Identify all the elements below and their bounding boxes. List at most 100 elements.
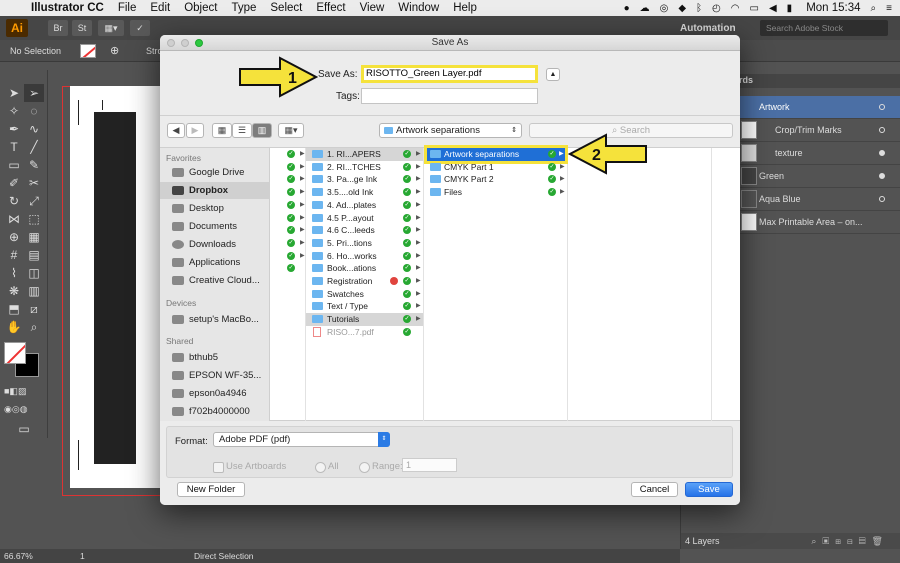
menu-effect[interactable]: Effect xyxy=(309,2,352,14)
range-input[interactable]: 1 xyxy=(402,458,457,472)
slice-tool-icon[interactable]: ⧄ xyxy=(24,300,44,318)
curvature-icon[interactable]: ∿ xyxy=(24,120,44,138)
type-tool-icon[interactable]: T xyxy=(4,138,24,156)
rectangle-tool-icon[interactable]: ▭ xyxy=(4,156,24,174)
sidebar-item-f702b4000000[interactable]: f702b4000000 xyxy=(160,403,270,420)
screen-mode-icon[interactable]: ▭ xyxy=(14,420,34,438)
list-item[interactable]: 4.6 C...leeds ✓ ▶ xyxy=(306,224,423,237)
list-item[interactable]: Book...ations ✓ ▶ xyxy=(306,262,423,275)
mesh-tool-icon[interactable]: # xyxy=(4,246,24,264)
list-item[interactable]: 4. Ad...plates ✓ ▶ xyxy=(306,199,423,212)
zoom-tool-icon[interactable]: ⌕ xyxy=(24,318,44,336)
width-tool-icon[interactable]: ⋈ xyxy=(4,210,24,228)
layer-row-green[interactable]: Green xyxy=(739,165,900,188)
collapse-browser-button[interactable]: ▲ xyxy=(546,68,560,81)
list-item[interactable]: CMYK Part 2 ✓ ▶ xyxy=(424,173,567,186)
menu-select[interactable]: Select xyxy=(263,2,309,14)
list-view-button[interactable]: ☰ xyxy=(232,123,252,138)
back-button[interactable]: ◀ xyxy=(167,123,185,138)
gradient-tool-icon[interactable]: ▤ xyxy=(24,246,44,264)
list-item[interactable]: Swatches ✓ ▶ xyxy=(306,288,423,301)
menu-view[interactable]: View xyxy=(353,2,392,14)
list-item-selected[interactable]: Tutorials ✓ ▶ xyxy=(306,313,423,326)
artboard-tool-icon[interactable]: ⬒ xyxy=(4,300,24,318)
stock-button[interactable]: St xyxy=(72,20,92,36)
color-mode-icons[interactable]: ■◧▨ xyxy=(4,382,26,400)
lasso-icon[interactable]: ◌ xyxy=(24,102,44,120)
draw-mode-icons[interactable]: ◉◎◍ xyxy=(4,400,28,418)
direct-selection-tool-icon[interactable]: ➢ xyxy=(24,84,44,102)
target-circle-icon[interactable] xyxy=(879,173,885,179)
menu-type[interactable]: Type xyxy=(224,2,263,14)
selection-tool-icon[interactable]: ➤ xyxy=(4,84,24,102)
menu-object[interactable]: Object xyxy=(177,2,224,14)
list-item[interactable]: ✓ ▶ xyxy=(270,250,306,263)
menu-window[interactable]: Window xyxy=(391,2,446,14)
layer-row-aqua-blue[interactable]: Aqua Blue xyxy=(739,188,900,211)
forward-button[interactable]: ▶ xyxy=(186,123,204,138)
magic-wand-icon[interactable]: ✧ xyxy=(4,102,24,120)
location-dropdown[interactable]: Artwork separations ⇕ xyxy=(379,123,522,138)
list-item[interactable]: ✓ ▶ xyxy=(270,224,306,237)
all-radio[interactable]: All xyxy=(315,461,339,473)
layer-row-texture[interactable]: texture xyxy=(739,142,900,165)
sidebar-item-epson-wf[interactable]: EPSON WF-35... xyxy=(160,367,270,384)
list-item[interactable]: Text / Type ✓ ▶ xyxy=(306,300,423,313)
sidebar-item-epson0a4946[interactable]: epson0a4946 xyxy=(160,385,270,402)
blend-tool-icon[interactable]: ◫ xyxy=(24,264,44,282)
icon-view-button[interactable]: ▦ xyxy=(212,123,232,138)
graph-tool-icon[interactable]: ▥ xyxy=(24,282,44,300)
arrange-documents-button[interactable]: ▦▾ xyxy=(98,20,124,36)
rotate-tool-icon[interactable]: ↻ xyxy=(4,192,24,210)
list-item[interactable]: CMYK Part 1 ✓ ▶ xyxy=(424,161,567,174)
artwork-shape[interactable] xyxy=(94,112,136,464)
paintbrush-icon[interactable]: ✎ xyxy=(24,156,44,174)
perspective-grid-icon[interactable]: ▦ xyxy=(24,228,44,246)
bridge-button[interactable]: Br xyxy=(48,20,68,36)
sidebar-item-bthub5[interactable]: bthub5 xyxy=(160,349,270,366)
range-radio[interactable]: Range: xyxy=(359,461,403,473)
fill-swatch[interactable] xyxy=(80,44,96,58)
list-item[interactable]: 1. RI...APERS ✓ ▶ xyxy=(306,148,423,161)
app-menu[interactable]: Illustrator CC xyxy=(24,2,111,14)
symbol-sprayer-icon[interactable]: ❋ xyxy=(4,282,24,300)
filename-input[interactable]: RISOTTO_Green Layer.pdf xyxy=(361,65,538,83)
list-item[interactable]: ✓ ▶ xyxy=(270,237,306,250)
layer-row-max-printable-area[interactable]: Max Printable Area – on... xyxy=(739,211,900,234)
eyedropper-icon[interactable]: ⌇ xyxy=(4,264,24,282)
gpu-icon[interactable]: ✓ xyxy=(130,20,150,36)
display-icon[interactable]: ▭ xyxy=(750,3,759,14)
dropbox-icon[interactable]: ◆ xyxy=(678,3,686,14)
clock[interactable]: Mon 15:34 xyxy=(806,2,860,14)
list-item[interactable]: ✓ xyxy=(270,262,306,275)
sidebar-item-desktop[interactable]: Desktop xyxy=(160,200,270,217)
column-view-button[interactable]: ▥ xyxy=(252,123,272,138)
layer-row-crop-trim-marks[interactable]: Crop/Trim Marks xyxy=(739,119,900,142)
list-item[interactable]: 4.5 P...ayout ✓ ▶ xyxy=(306,212,423,225)
scale-tool-icon[interactable]: ⤢ xyxy=(24,192,44,210)
shaper-tool-icon[interactable]: ✐ xyxy=(4,174,24,192)
list-item[interactable]: ✓ ▶ xyxy=(270,173,306,186)
list-item[interactable]: ✓ ▶ xyxy=(270,186,306,199)
list-item-selected[interactable]: Artwork separations ✓ ▶ xyxy=(424,145,568,164)
save-button[interactable]: Save xyxy=(685,482,733,497)
target-circle-icon[interactable] xyxy=(879,104,885,110)
close-button[interactable] xyxy=(167,39,175,47)
menu-edit[interactable]: Edit xyxy=(143,2,177,14)
notification-icon[interactable]: ≡ xyxy=(886,3,892,14)
cloud-icon[interactable]: ☁ xyxy=(640,3,650,14)
layer-action-icons[interactable]: ⌕▣⊞⊟▤🗑 xyxy=(811,533,889,549)
list-item[interactable]: 3. Pa...ge Ink ✓ ▶ xyxy=(306,173,423,186)
use-artboards-checkbox[interactable]: Use Artboards xyxy=(213,461,286,473)
list-item[interactable]: RISO...7.pdf ✓ xyxy=(306,326,423,339)
bluetooth-icon[interactable]: ᛒ xyxy=(696,3,702,14)
pen-tool-icon[interactable]: ✒ xyxy=(4,120,24,138)
free-transform-icon[interactable]: ⬚ xyxy=(24,210,44,228)
zoom-button[interactable] xyxy=(195,39,203,47)
layer-row-artwork[interactable]: Artwork xyxy=(739,96,900,119)
scissors-icon[interactable]: ✂ xyxy=(24,174,44,192)
cancel-button[interactable]: Cancel xyxy=(631,482,678,497)
list-item[interactable]: 3.5....old Ink ✓ ▶ xyxy=(306,186,423,199)
list-item[interactable]: ✓ ▶ xyxy=(270,148,306,161)
target-circle-icon[interactable] xyxy=(879,196,885,202)
